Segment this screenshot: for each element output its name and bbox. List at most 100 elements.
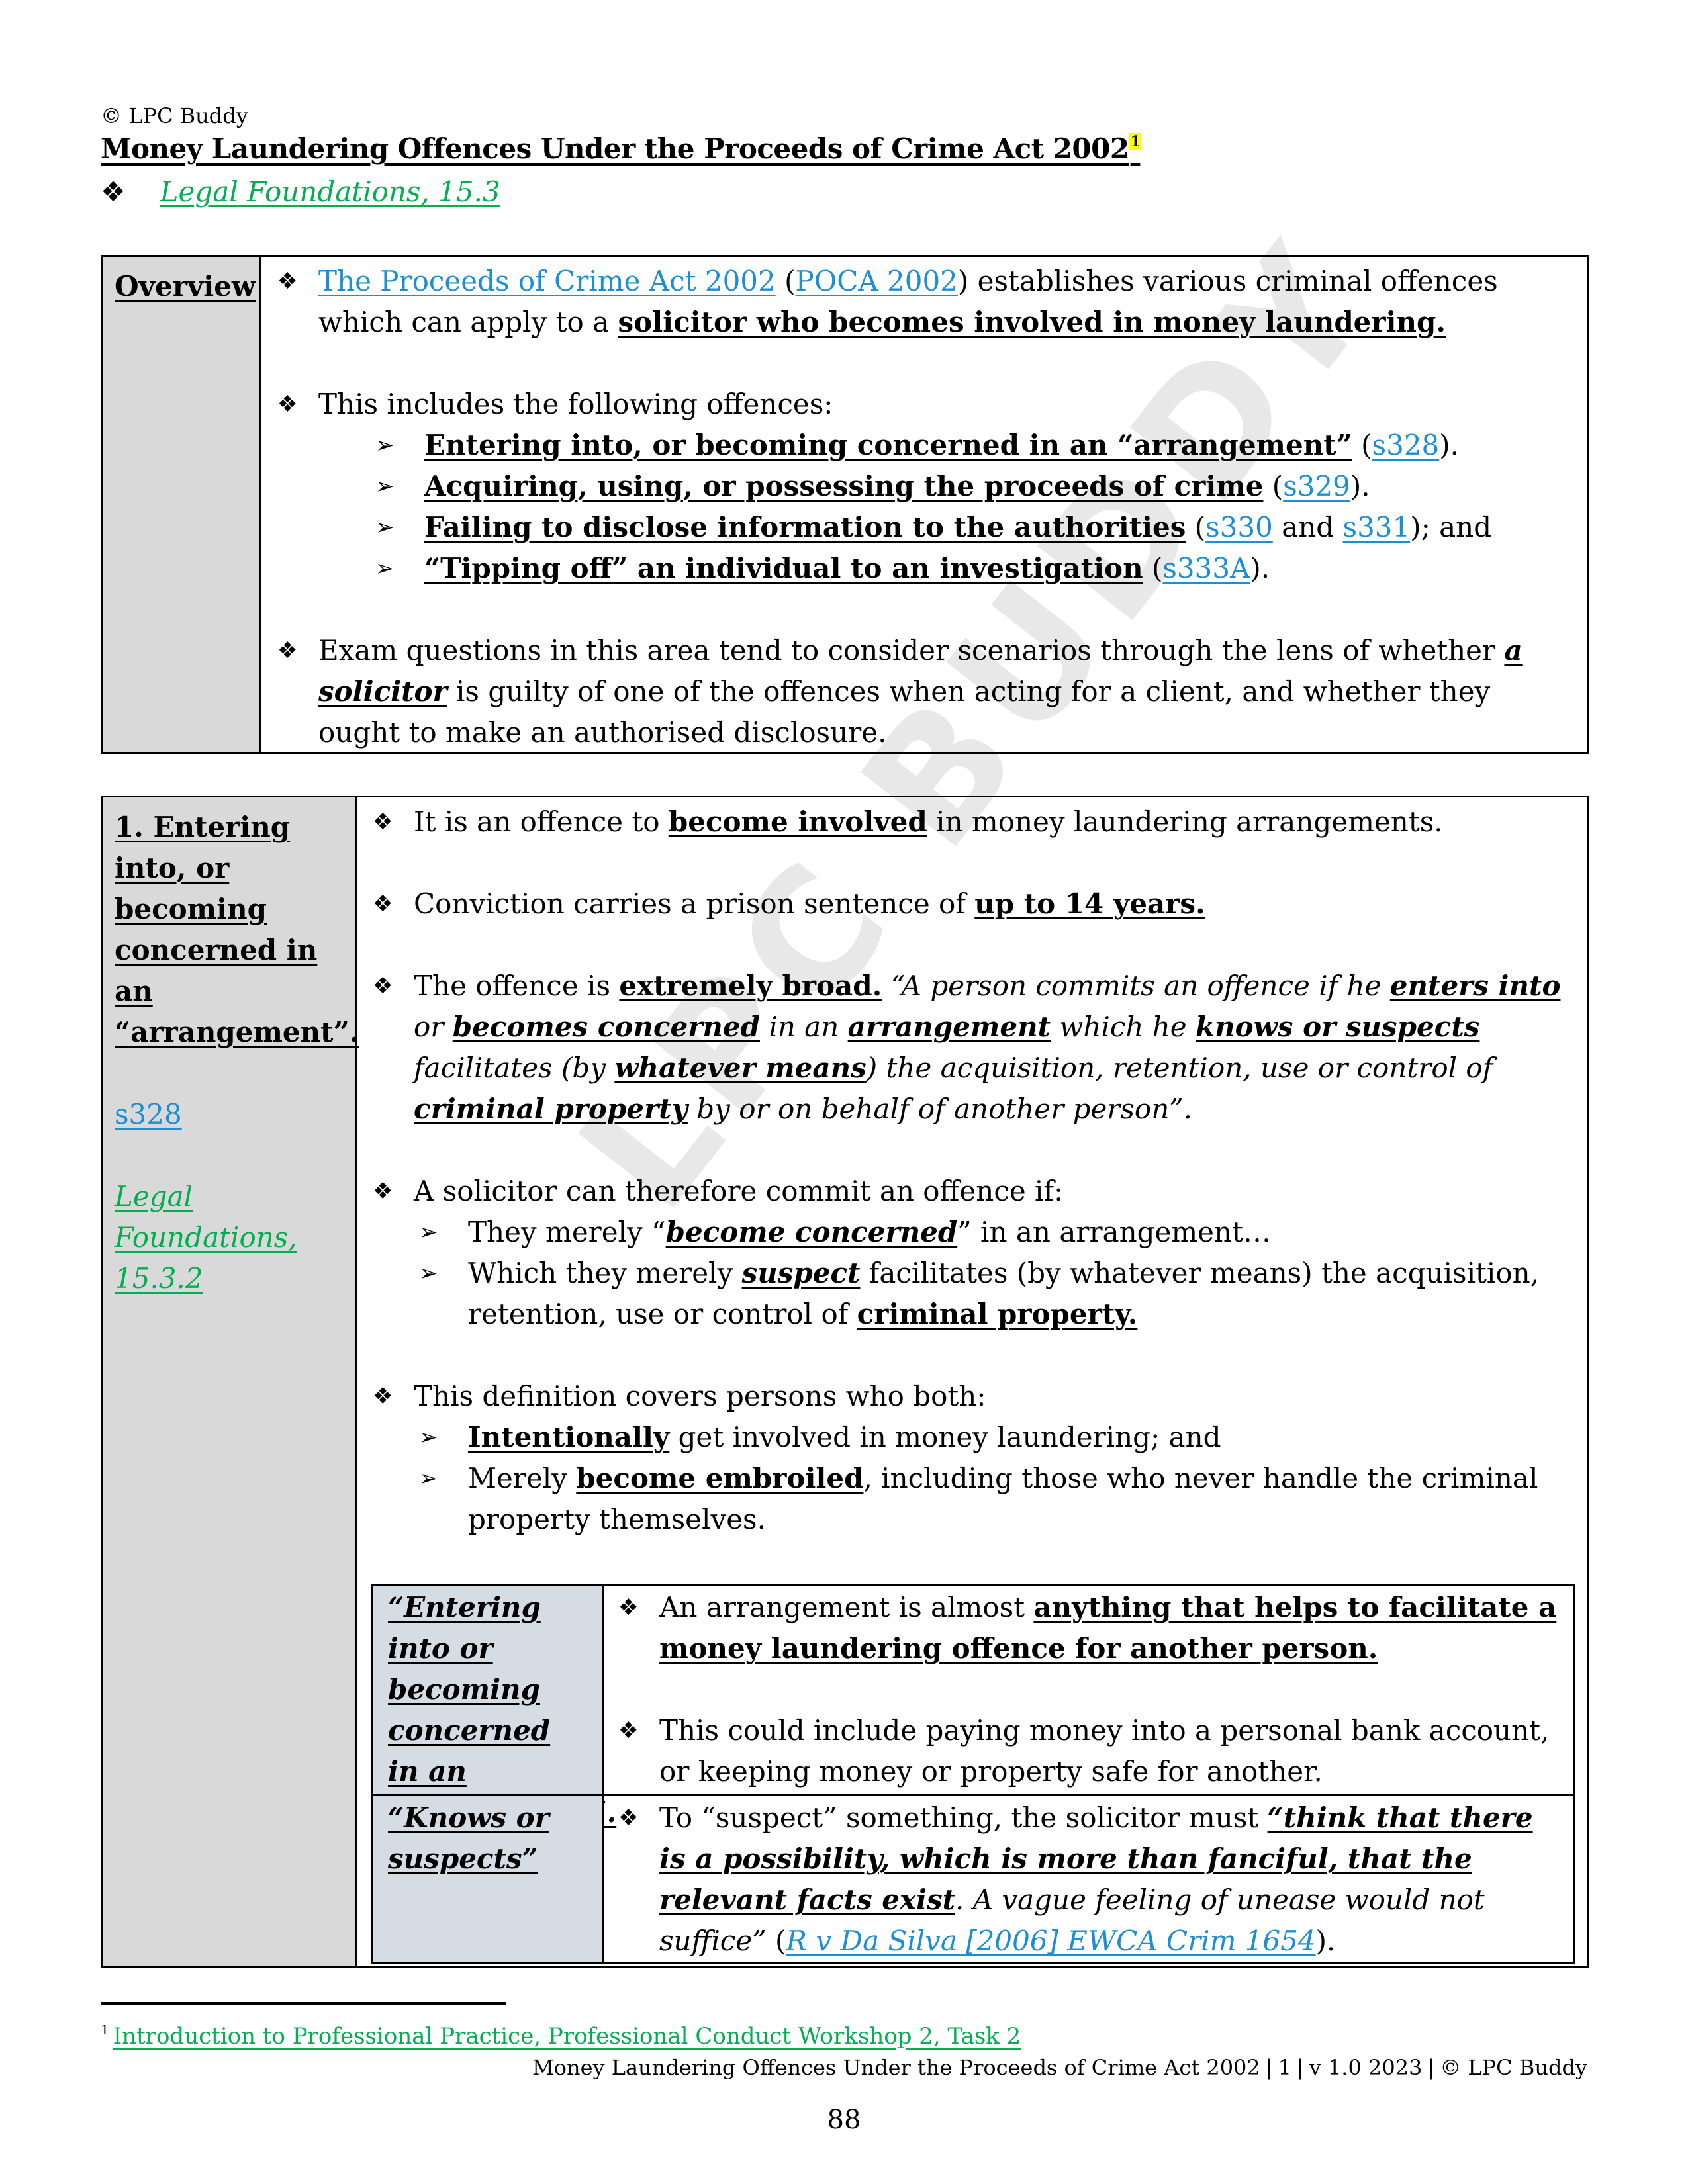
poca-abbrev-link[interactable]: POCA 2002 xyxy=(796,265,958,297)
text: ); and xyxy=(1410,511,1492,543)
text: This could include paying money into a p… xyxy=(659,1714,1550,1788)
emphasis: whatever means xyxy=(614,1052,867,1084)
footnote-link[interactable]: Introduction to Professional Practice, P… xyxy=(113,2023,1021,2050)
text: They merely “ xyxy=(468,1216,666,1248)
text: or xyxy=(414,1011,453,1043)
page-title: Money Laundering Offences Under the Proc… xyxy=(101,132,1142,165)
offence-item: ➢ Failing to disclose information to the… xyxy=(375,507,1572,548)
text: This definition covers persons who both: xyxy=(414,1380,986,1412)
emphasis: Acquiring, using, or possessing the proc… xyxy=(424,470,1264,502)
definition-row: “Entering into or becoming concerned in … xyxy=(373,1586,1573,1829)
s333a-link[interactable]: s333A xyxy=(1162,552,1250,584)
emphasis: become concerned xyxy=(665,1216,958,1248)
definition-bullet: ❖ This could include paying money into a… xyxy=(618,1710,1560,1792)
arrow-bullet-icon: ➢ xyxy=(419,1219,438,1246)
emphasis: become involved xyxy=(668,805,927,838)
sub-item: ➢ They merely “become concerned” in an a… xyxy=(419,1212,1572,1253)
emphasis: criminal property. xyxy=(857,1298,1138,1330)
section1-bullet: ❖ This definition covers persons who bot… xyxy=(373,1376,1572,1417)
s330-link[interactable]: s330 xyxy=(1205,511,1273,543)
text: To “suspect” something, the solicitor mu… xyxy=(659,1801,1268,1834)
text: It is an offence to xyxy=(414,805,669,838)
arrow-bullet-icon: ➢ xyxy=(375,473,395,500)
text: ” in an arrangement… xyxy=(957,1216,1271,1248)
four-diamond-bullet-icon: ❖ xyxy=(618,1717,639,1744)
text: A solicitor can therefore commit an offe… xyxy=(414,1175,1064,1207)
emphasis: Intentionally xyxy=(468,1421,670,1453)
running-footer: Money Laundering Offences Under the Proc… xyxy=(532,2055,1587,2080)
emphasis: becomes concerned xyxy=(452,1011,760,1043)
offence-item: ➢ “Tipping off” an individual to an inve… xyxy=(375,548,1572,589)
offence-item: ➢ Acquiring, using, or possessing the pr… xyxy=(375,466,1572,507)
text: ( xyxy=(1352,429,1372,461)
text: Conviction carries a prison sentence of xyxy=(414,887,975,920)
footnote-ref[interactable]: 1 xyxy=(1129,133,1142,150)
s331-link[interactable]: s331 xyxy=(1343,511,1411,543)
definition-term: “Knows or suspects” xyxy=(373,1796,604,1962)
emphasis: extremely broad. xyxy=(619,970,882,1002)
section1-body-cell: ❖ It is an offence to become involved in… xyxy=(357,797,1587,1966)
emphasis: up to 14 years. xyxy=(974,887,1205,920)
text: The offence is xyxy=(414,970,620,1002)
definition-bullet: ❖ An arrangement is almost anything that… xyxy=(618,1587,1560,1669)
four-diamond-bullet-icon: ❖ xyxy=(101,175,126,208)
text: which he xyxy=(1051,1011,1196,1043)
emphasis: arrangement xyxy=(847,1011,1051,1043)
text: ). xyxy=(1315,1925,1336,1957)
s328-link[interactable]: s328 xyxy=(115,1098,182,1130)
definition-body: ❖ An arrangement is almost anything that… xyxy=(604,1586,1573,1794)
text: ). xyxy=(1250,552,1270,584)
section1-bullet: ❖ Conviction carries a prison sentence o… xyxy=(373,884,1572,925)
footer-version: v 1.0 2023 xyxy=(1309,2055,1423,2080)
reference-line: ❖ Legal Foundations, 15.3 xyxy=(101,175,500,208)
text: ( xyxy=(766,1925,786,1957)
text: is guilty of one of the offences when ac… xyxy=(318,675,1491,749)
emphasis: solicitor who becomes involved in money … xyxy=(618,306,1446,338)
overview-label: Overview xyxy=(115,270,256,302)
four-diamond-bullet-icon: ❖ xyxy=(618,1594,639,1621)
overview-body-cell: ❖ The Proceeds of Crime Act 2002 (POCA 2… xyxy=(261,257,1587,752)
four-diamond-bullet-icon: ❖ xyxy=(277,637,298,664)
section1-bullet: ❖ A solicitor can therefore commit an of… xyxy=(373,1171,1572,1212)
case-link-da-silva[interactable]: R v Da Silva [2006] EWCA Crim 1654 xyxy=(786,1925,1315,1957)
text: Which they merely xyxy=(468,1257,742,1289)
s329-link[interactable]: s329 xyxy=(1283,470,1350,502)
four-diamond-bullet-icon: ❖ xyxy=(373,973,393,999)
overview-bullet-offences: ❖ This includes the following offences: xyxy=(277,384,1572,425)
overview-label-cell: Overview xyxy=(103,257,261,752)
legal-foundations-link[interactable]: Legal Foundations, 15.3.2 xyxy=(115,1180,297,1295)
emphasis: Failing to disclose information to the a… xyxy=(424,511,1186,543)
arrow-bullet-icon: ➢ xyxy=(375,514,395,541)
poca-link[interactable]: The Proceeds of Crime Act 2002 xyxy=(318,265,776,297)
definition-row: “Knows or suspects” ❖ To “suspect” somet… xyxy=(373,1794,1573,1962)
legal-foundations-link[interactable]: Legal Foundations, 15.3 xyxy=(160,175,500,208)
footer-doc-title: Money Laundering Offences Under the Proc… xyxy=(532,2055,1260,2080)
arrow-bullet-icon: ➢ xyxy=(419,1260,438,1287)
emphasis: Entering into, or becoming concerned in … xyxy=(424,429,1352,461)
page-title-text: Money Laundering Offences Under the Proc… xyxy=(101,132,1129,165)
arrow-bullet-icon: ➢ xyxy=(419,1424,438,1451)
emphasis: enters into xyxy=(1389,970,1561,1002)
text: in money laundering arrangements. xyxy=(927,805,1443,838)
text: This includes the following offences: xyxy=(318,388,833,420)
section1-table: 1. Entering into, or becoming concerned … xyxy=(101,796,1589,1968)
section1-label-cell: 1. Entering into, or becoming concerned … xyxy=(103,797,359,1966)
emphasis: criminal property xyxy=(414,1093,688,1125)
section1-heading: 1. Entering into, or becoming concerned … xyxy=(115,811,359,1048)
page-number: 88 xyxy=(827,2105,861,2135)
s328-link[interactable]: s328 xyxy=(1372,429,1440,461)
offence-item: ➢ Entering into, or becoming concerned i… xyxy=(375,425,1572,466)
overview-bullet-exam: ❖ Exam questions in this area tend to co… xyxy=(277,630,1572,753)
text: ). xyxy=(1350,470,1370,502)
text: ( xyxy=(775,265,796,297)
text: ( xyxy=(1263,470,1284,502)
definition-term: “Entering into or becoming concerned in … xyxy=(373,1586,616,1829)
text: ). xyxy=(1439,429,1460,461)
arrow-bullet-icon: ➢ xyxy=(375,555,395,582)
text: ( xyxy=(1186,511,1206,543)
term-text: “Entering into or becoming concerned in … xyxy=(388,1591,616,1829)
footnote-separator xyxy=(101,2002,506,2005)
emphasis: suspect xyxy=(741,1257,861,1289)
overview-bullet-poca: ❖ The Proceeds of Crime Act 2002 (POCA 2… xyxy=(277,261,1572,343)
text: Merely xyxy=(468,1462,577,1494)
